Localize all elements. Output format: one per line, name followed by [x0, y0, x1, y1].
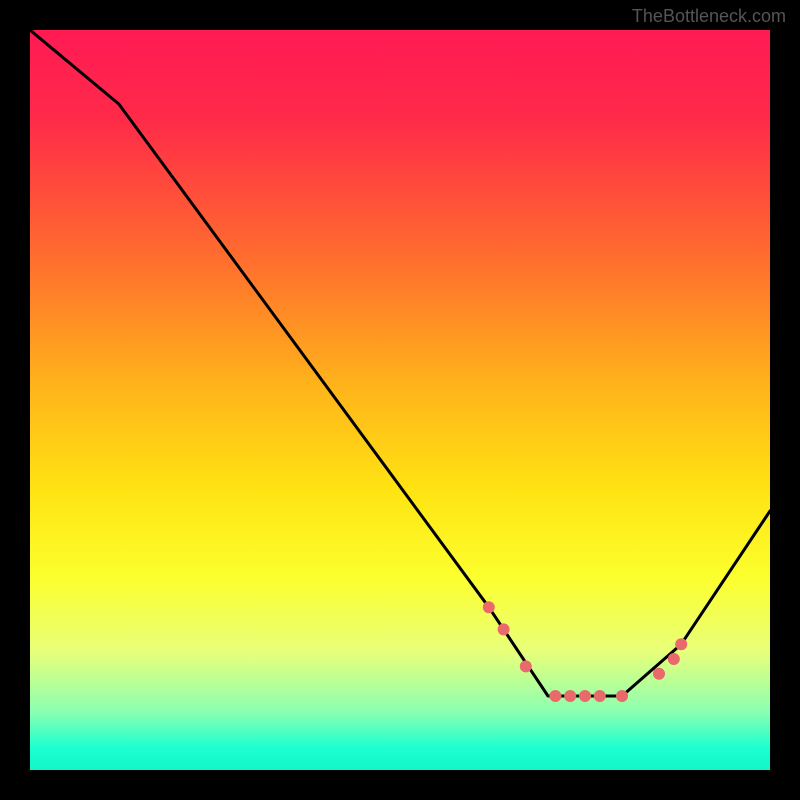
marker-point [675, 638, 687, 650]
marker-point [549, 690, 561, 702]
watermark-text: TheBottleneck.com [632, 6, 786, 27]
chart-plot-area [30, 30, 770, 770]
marker-point [579, 690, 591, 702]
marker-point [668, 653, 680, 665]
marker-point [653, 668, 665, 680]
marker-point [483, 601, 495, 613]
marker-point [616, 690, 628, 702]
marker-point [498, 623, 510, 635]
bottleneck-curve [30, 30, 770, 696]
highlight-markers [483, 601, 687, 702]
chart-curve-layer [30, 30, 770, 770]
marker-point [594, 690, 606, 702]
marker-point [564, 690, 576, 702]
marker-point [520, 660, 532, 672]
